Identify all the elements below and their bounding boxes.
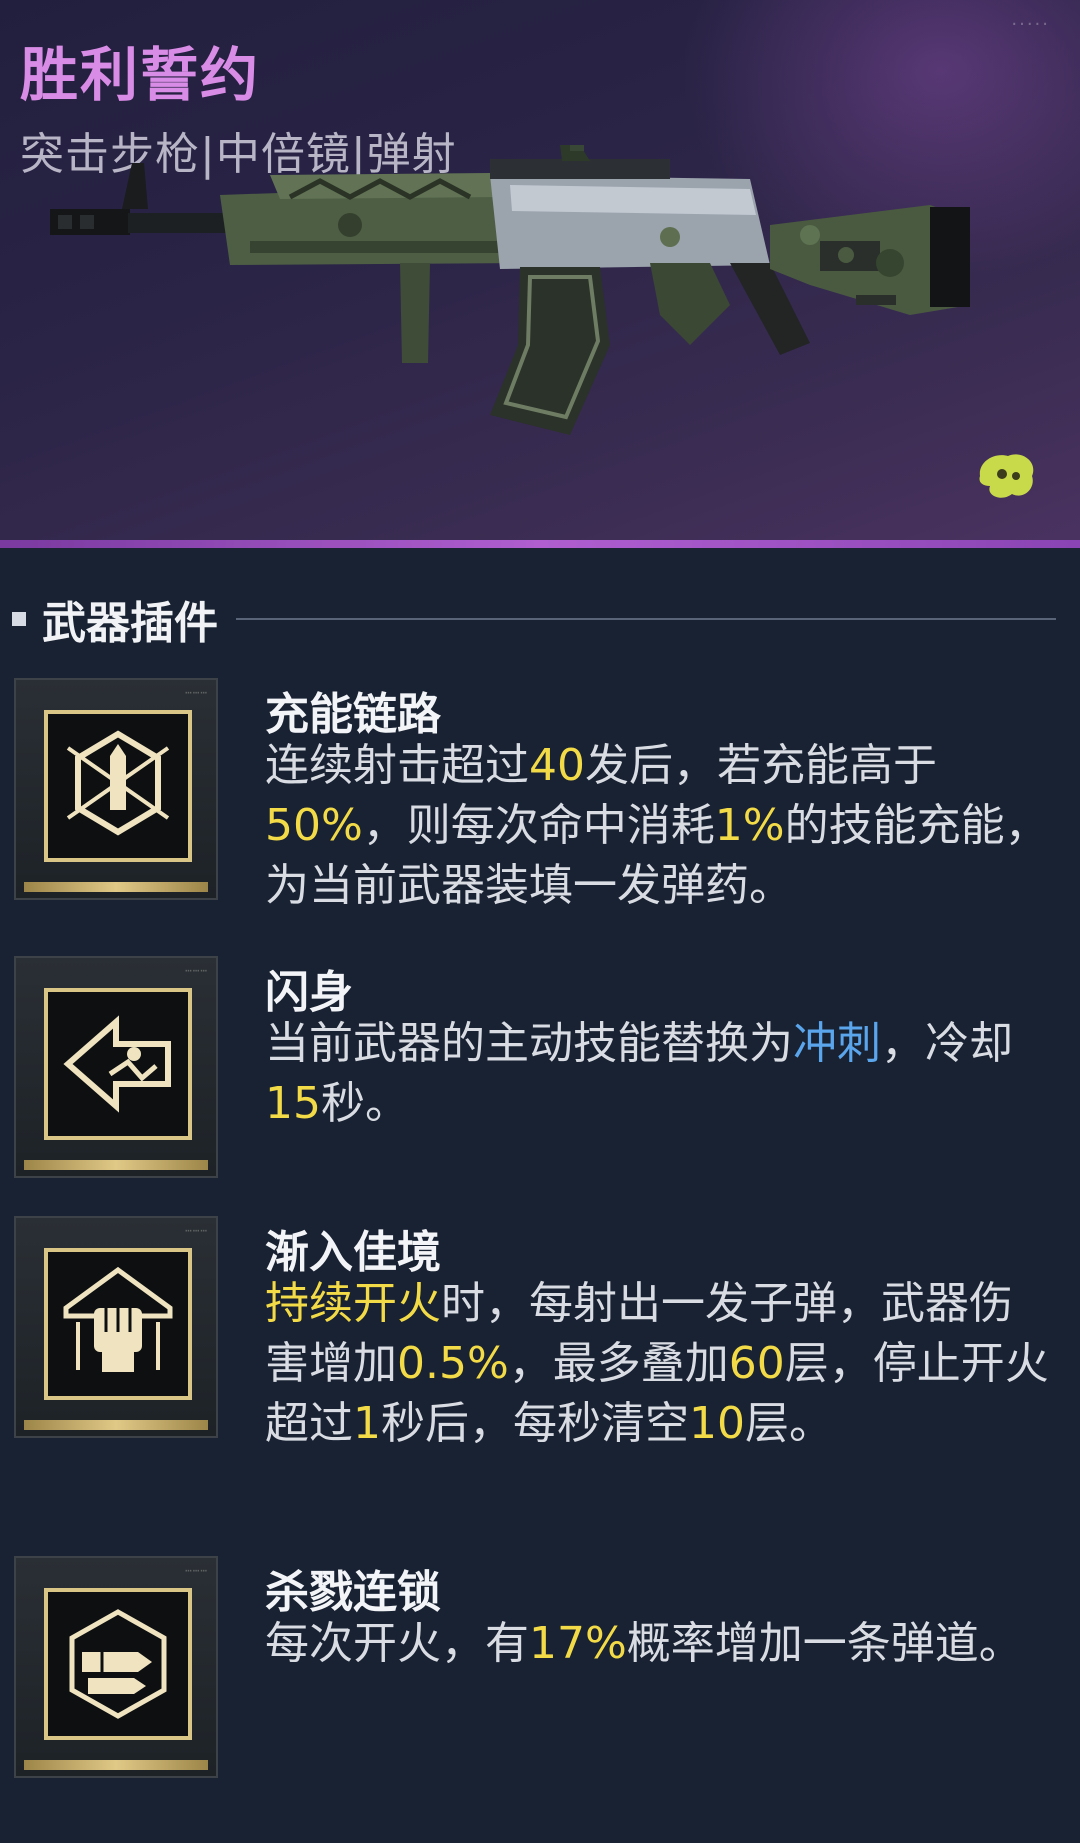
section-bullet <box>12 612 26 626</box>
mod-title: 闪身 <box>265 967 353 1018</box>
highlight-text: 冲刺 <box>793 1018 881 1069</box>
description-text: 连续射击超过 <box>265 740 529 791</box>
description-text: 每次开火，有 <box>265 1618 529 1669</box>
highlight-text: 0.5% <box>397 1338 509 1389</box>
bullet-chain-icon <box>44 1588 192 1740</box>
description-text: ，则每次命中消耗 <box>362 800 715 851</box>
mod-icon-frame: ⋯⋯⋯ <box>14 1556 218 1778</box>
dash-arrow-icon <box>44 988 192 1140</box>
mod-description: 当前武器的主动技能替换为冲刺，冷却 15秒。 <box>265 1014 1055 1134</box>
description-text: 秒。 <box>321 1078 409 1129</box>
raised-fist-icon <box>44 1248 192 1400</box>
mod-title: 充能链路 <box>265 689 441 740</box>
assault-rifle-image <box>50 145 970 435</box>
weapon-header: ····· 胜利誓约 突击步枪|中倍镜|弹射 <box>0 0 1080 543</box>
description-text: 当前武器的主动技能替换为 <box>265 1018 793 1069</box>
highlight-text: 50% <box>265 800 363 851</box>
mod-description: 每次开火，有17%概率增加一条弹道。 <box>265 1614 1055 1674</box>
description-text: 层。 <box>745 1398 833 1449</box>
mod-title: 杀戮连锁 <box>265 1567 441 1618</box>
mod-title: 渐入佳境 <box>265 1227 441 1278</box>
weapon-name: 胜利誓约 <box>20 41 261 109</box>
corner-mark: ····· <box>1011 14 1050 35</box>
description-text: 秒后，每秒清空 <box>381 1398 689 1449</box>
highlight-text: 1% <box>714 800 785 851</box>
description-text: 概率增加一条弹道。 <box>626 1618 1023 1669</box>
highlight-text: 17% <box>529 1618 627 1669</box>
highlight-text: 10 <box>689 1398 745 1449</box>
highlight-text: 持续开火 <box>265 1278 441 1329</box>
highlight-text: 1 <box>353 1398 381 1449</box>
mod-icon-frame: ⋯⋯⋯ <box>14 956 218 1178</box>
highlight-text: 40 <box>529 740 585 791</box>
highlight-text: 15 <box>265 1078 321 1129</box>
section-rule <box>236 618 1056 620</box>
header-divider <box>0 540 1080 548</box>
section-header: 武器插件 <box>12 590 1056 649</box>
rarity-blob-icon <box>979 454 1034 498</box>
description-text: ，最多叠加 <box>508 1338 729 1389</box>
mod-icon-frame: ⋯⋯⋯ <box>14 1216 218 1438</box>
description-text: 发后，若充能高于 <box>585 740 937 791</box>
highlight-text: 60 <box>728 1338 785 1389</box>
description-text: ，冷却 <box>881 1018 1013 1069</box>
section-title: 武器插件 <box>42 598 218 649</box>
mod-description: 持续开火时，每射出一发子弹，武器伤害增加0.5%，最多叠加60层，停止开火超过1… <box>265 1274 1055 1454</box>
mod-description: 连续射击超过40发后，若充能高于50%，则每次命中消耗1%的技能充能，为当前武器… <box>265 736 1055 916</box>
charge-link-icon <box>44 710 192 862</box>
mod-icon-frame: ⋯⋯⋯ <box>14 678 218 900</box>
